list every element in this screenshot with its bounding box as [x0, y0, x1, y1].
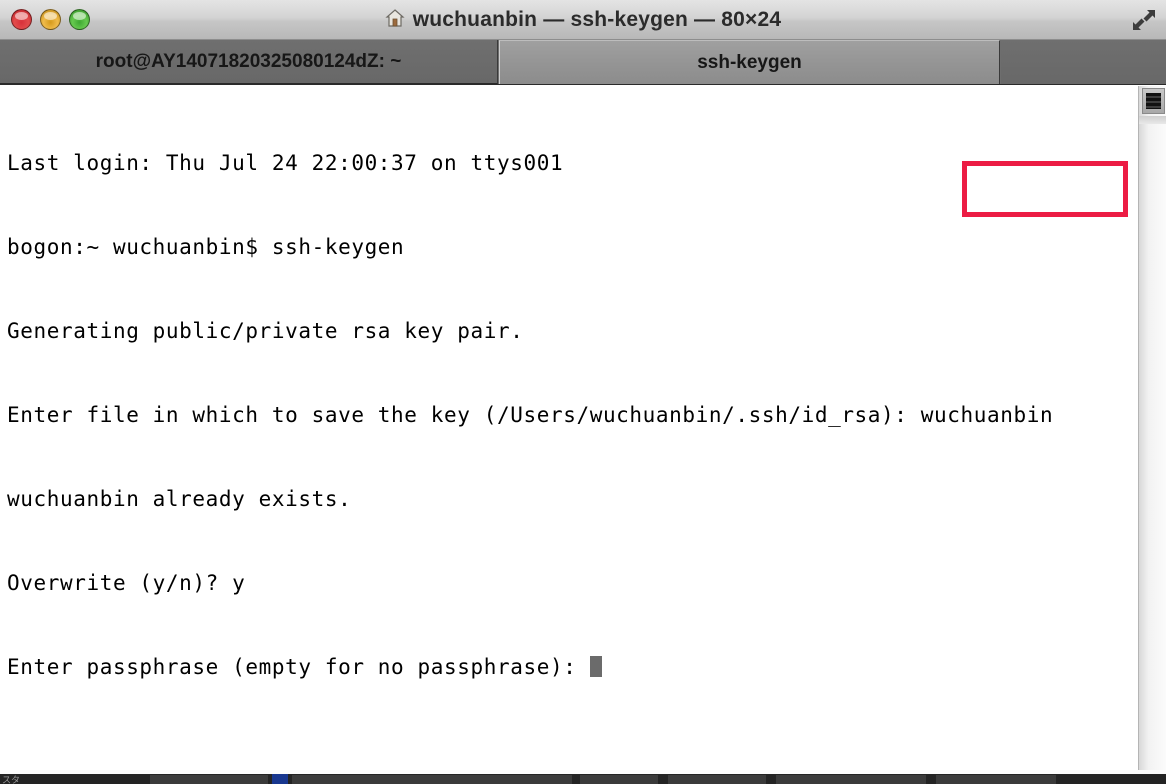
annotation-highlight-rectangle — [962, 161, 1128, 217]
close-button[interactable] — [11, 9, 32, 30]
taskbar-start-label: スタ — [2, 776, 21, 784]
fullscreen-arrows-icon[interactable] — [1128, 4, 1160, 36]
window-titlebar[interactable]: wuchuanbin — ssh-keygen — 80×24 — [0, 0, 1166, 40]
scrollbar-thumb[interactable] — [1142, 88, 1165, 114]
home-icon — [385, 8, 405, 33]
tab-bar: root@AY14071820325080124dZ: ~ ssh-keygen — [0, 40, 1166, 85]
window-title-group: wuchuanbin — ssh-keygen — 80×24 — [0, 0, 1166, 40]
tab-label: ssh-keygen — [697, 51, 802, 73]
taskbar-item[interactable] — [776, 775, 926, 784]
zoom-button[interactable] — [69, 9, 90, 30]
taskbar-item[interactable] — [580, 775, 658, 784]
terminal-line: bogon:~ wuchuanbin$ ssh-keygen — [7, 235, 405, 259]
terminal-window: wuchuanbin — ssh-keygen — 80×24 root@AY1… — [0, 0, 1166, 770]
tab-ssh-keygen[interactable]: ssh-keygen — [499, 40, 1000, 84]
terminal-line: Enter file in which to save the key (/Us… — [7, 403, 1054, 427]
minimize-button[interactable] — [40, 9, 61, 30]
taskbar-item[interactable] — [936, 775, 1056, 784]
terminal-line: Last login: Thu Jul 24 22:00:37 on ttys0… — [7, 151, 564, 175]
scrollbar-track-notch — [1139, 116, 1166, 124]
tab-root-session[interactable]: root@AY14071820325080124dZ: ~ — [0, 40, 498, 84]
tab-label: root@AY14071820325080124dZ: ~ — [95, 50, 402, 72]
taskbar-item[interactable] — [150, 775, 268, 784]
terminal-line: wuchuanbin already exists. — [7, 487, 352, 511]
taskbar-item[interactable] — [292, 775, 572, 784]
terminal-line-prompt: Enter passphrase (empty for no passphras… — [7, 653, 1053, 681]
window-title: wuchuanbin — ssh-keygen — 80×24 — [412, 8, 782, 31]
terminal-line: Generating public/private rsa key pair. — [7, 319, 524, 343]
desktop-taskbar[interactable]: スタ — [0, 774, 1166, 784]
taskbar-active-item[interactable] — [272, 774, 288, 784]
window-controls — [11, 9, 90, 30]
taskbar-item[interactable] — [668, 775, 766, 784]
terminal-cursor — [589, 656, 602, 677]
terminal-line-text: Enter passphrase (empty for no passphras… — [7, 655, 590, 679]
tab-bar-filler — [1001, 40, 1166, 85]
terminal-line: Overwrite (y/n)? y — [7, 571, 246, 595]
vertical-scrollbar[interactable] — [1138, 86, 1166, 770]
terminal-text: Last login: Thu Jul 24 22:00:37 on ttys0… — [7, 93, 1053, 737]
